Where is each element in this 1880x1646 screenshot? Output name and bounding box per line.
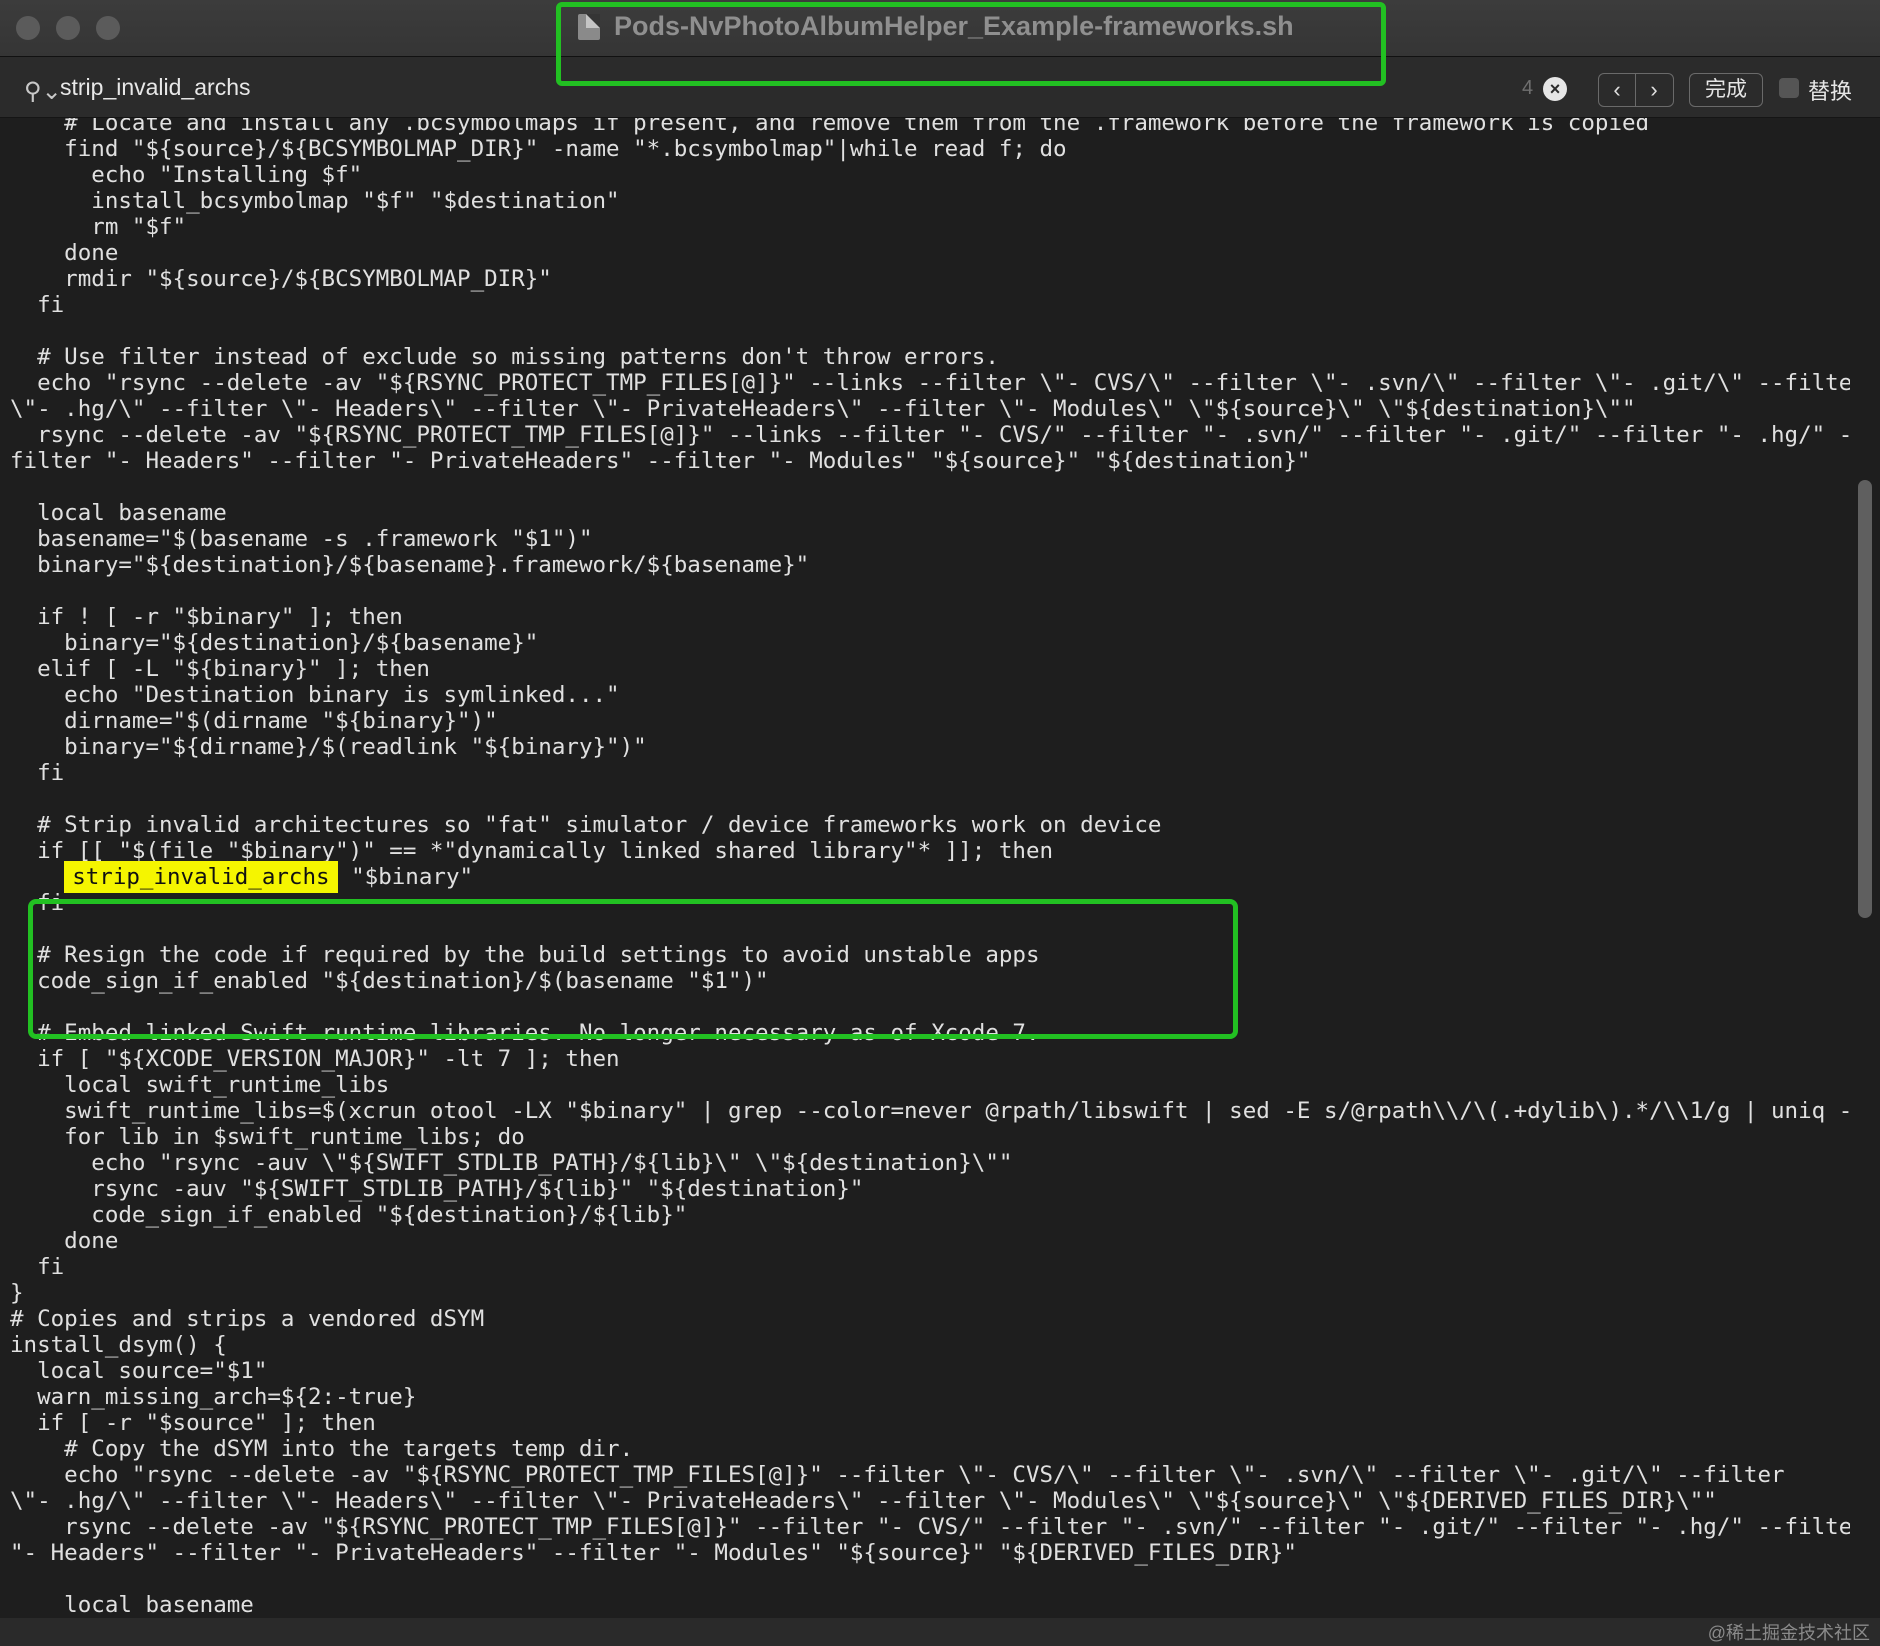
code-line: local basename	[10, 500, 227, 526]
code-line: binary="${destination}/${basename}.frame…	[10, 552, 810, 578]
code-line: done	[10, 240, 119, 266]
scrollbar-thumb[interactable]	[1858, 480, 1872, 918]
code-line: swift_runtime_libs=$(xcrun otool -LX "$b…	[10, 1098, 1850, 1124]
code-line: install_dsym() {	[10, 1332, 227, 1358]
code-line: \"- .hg/\" --filter \"- Headers\" --filt…	[10, 396, 1636, 422]
code-line: if ! [ -r "$binary" ]; then	[10, 604, 403, 630]
next-match-button[interactable]: ›	[1636, 74, 1672, 106]
code-line: fi	[10, 292, 65, 318]
code-line: fi	[10, 760, 65, 786]
annotation-box-strip-block	[28, 899, 1238, 1039]
zoom-window-button[interactable]	[96, 16, 120, 40]
code-line: rmdir "${source}/${BCSYMBOLMAP_DIR}"	[10, 266, 552, 292]
code-line: local source="$1"	[10, 1358, 268, 1384]
minimize-window-button[interactable]	[56, 16, 80, 40]
watermark: @稀土掘金技术社区	[1707, 1623, 1870, 1643]
code-line: # Copies and strips a vendored dSYM	[10, 1306, 485, 1332]
code-line: install_bcsymbolmap "$f" "$destination"	[10, 188, 620, 214]
code-line: \"- .hg/\" --filter \"- Headers\" --filt…	[10, 1488, 1717, 1514]
code-line: # Strip invalid architectures so "fat" s…	[10, 812, 1162, 838]
code-line: fi	[10, 1254, 65, 1280]
code-line: elif [ -L "${binary}" ]; then	[10, 656, 430, 682]
code-line: local swift_runtime_libs	[10, 1072, 390, 1098]
search-icon[interactable]: ⚲⌄	[24, 77, 62, 106]
code-text[interactable]: # Locate and install any .bcsymbolmaps i…	[10, 118, 1850, 1618]
code-line: echo "rsync --delete -av "${RSYNC_PROTEC…	[10, 1462, 1785, 1488]
search-match-highlight: strip_invalid_archs	[64, 861, 338, 893]
code-line: filter "- Headers" --filter "- PrivateHe…	[10, 448, 1311, 474]
code-line: strip_invalid_archs "$binary"	[10, 861, 1850, 893]
code-line: find "${source}/${BCSYMBOLMAP_DIR}" -nam…	[10, 136, 1067, 162]
code-editor[interactable]: # Locate and install any .bcsymbolmaps i…	[0, 118, 1850, 1618]
code-line: rm "$f"	[10, 214, 187, 240]
code-line: if [ -r "$source" ]; then	[10, 1410, 376, 1436]
previous-match-button[interactable]: ‹	[1599, 74, 1636, 106]
code-token: "$binary"	[337, 864, 474, 890]
code-line: rsync -auv "${SWIFT_STDLIB_PATH}/${lib}"…	[10, 1176, 864, 1202]
code-line: "- Headers" --filter "- PrivateHeaders" …	[10, 1540, 1297, 1566]
code-line: basename="$(basename -s .framework "$1")…	[10, 526, 593, 552]
status-bar	[0, 1618, 1880, 1646]
code-line: done	[10, 1228, 119, 1254]
code-line: warn_missing_arch=${2:-true}	[10, 1384, 417, 1410]
code-line: rsync --delete -av "${RSYNC_PROTECT_TMP_…	[10, 422, 1850, 448]
replace-checkbox[interactable]	[1779, 78, 1799, 98]
code-line: binary="${destination}/${basename}"	[10, 630, 539, 656]
replace-label: 替换	[1808, 79, 1853, 104]
annotation-box-title	[556, 2, 1386, 86]
done-button[interactable]: 完成	[1689, 73, 1763, 107]
code-line: dirname="$(dirname "${binary}")"	[10, 708, 498, 734]
code-line: for lib in $swift_runtime_libs; do	[10, 1124, 525, 1150]
code-line: code_sign_if_enabled "${destination}/${l…	[10, 1202, 688, 1228]
code-line: if [ "${XCODE_VERSION_MAJOR}" -lt 7 ]; t…	[10, 1046, 620, 1072]
close-window-button[interactable]	[16, 16, 40, 40]
code-line: local basename	[10, 1592, 254, 1618]
code-line: rsync --delete -av "${RSYNC_PROTECT_TMP_…	[10, 1514, 1850, 1540]
code-line: # Locate and install any .bcsymbolmaps i…	[10, 118, 1650, 136]
code-line: echo "rsync --delete -av "${RSYNC_PROTEC…	[10, 370, 1850, 396]
clear-search-icon[interactable]: ×	[1543, 77, 1567, 101]
match-navigation: ‹ ›	[1598, 73, 1674, 107]
code-line: echo "Destination binary is symlinked...…	[10, 682, 620, 708]
code-line: }	[10, 1280, 24, 1306]
code-line: # Copy the dSYM into the targets temp di…	[10, 1436, 634, 1462]
match-count: 4	[1522, 77, 1534, 99]
code-line: echo "rsync -auv \"${SWIFT_STDLIB_PATH}/…	[10, 1150, 1013, 1176]
code-line: echo "Installing $f"	[10, 162, 363, 188]
code-line: binary="${dirname}/$(readlink "${binary}…	[10, 734, 647, 760]
code-line: # Use filter instead of exclude so missi…	[10, 344, 999, 370]
